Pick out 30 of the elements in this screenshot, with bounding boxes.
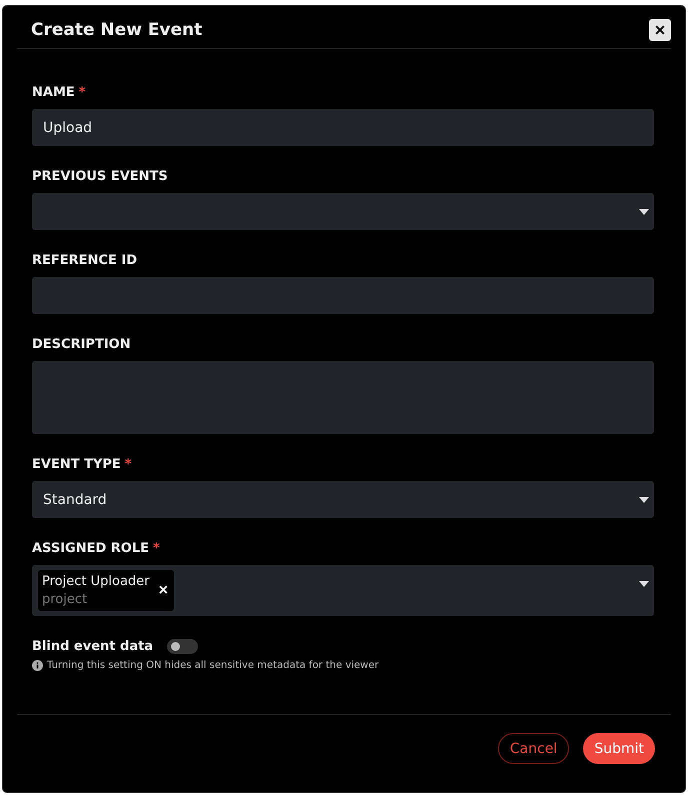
- caret-icon: [639, 581, 649, 587]
- dialog-title: Create New Event: [31, 20, 202, 42]
- close-button[interactable]: ×: [649, 19, 671, 41]
- cancel-button[interactable]: Cancel: [498, 733, 570, 764]
- description-field[interactable]: [32, 361, 654, 434]
- field-label: DESCRIPTION: [32, 337, 131, 352]
- required-mark: *: [153, 541, 160, 556]
- caret-icon: [639, 209, 649, 215]
- dropdown-field[interactable]: Standard: [32, 481, 654, 518]
- required-mark: *: [78, 85, 86, 100]
- field-label: ASSIGNED ROLE: [32, 541, 150, 556]
- required-mark: *: [124, 457, 132, 472]
- field-label: NAME: [32, 85, 75, 100]
- field-label: REFERENCE ID: [32, 253, 137, 268]
- text-field[interactable]: Upload: [32, 109, 654, 146]
- field-value: Standard: [43, 492, 107, 508]
- tag-title: Project Uploader: [42, 573, 150, 591]
- field-label: PREVIOUS EVENTS: [32, 169, 168, 184]
- submit-button[interactable]: Submit: [583, 733, 655, 764]
- toggle-label: Blind event data: [32, 639, 154, 654]
- tag-subtitle: project: [42, 591, 88, 609]
- field-label: EVENT TYPE: [32, 457, 121, 472]
- field-value: Upload: [43, 120, 92, 136]
- toggle-switch[interactable]: [167, 639, 198, 654]
- text-field[interactable]: [32, 277, 654, 314]
- remove-tag-button[interactable]: ×: [158, 582, 168, 600]
- caret-icon: [639, 497, 649, 503]
- dropdown-field[interactable]: [32, 193, 654, 230]
- info-icon: [32, 660, 43, 671]
- hint-text: Turning this setting ON hides all sensitive metadata for the viewer: [47, 660, 379, 671]
